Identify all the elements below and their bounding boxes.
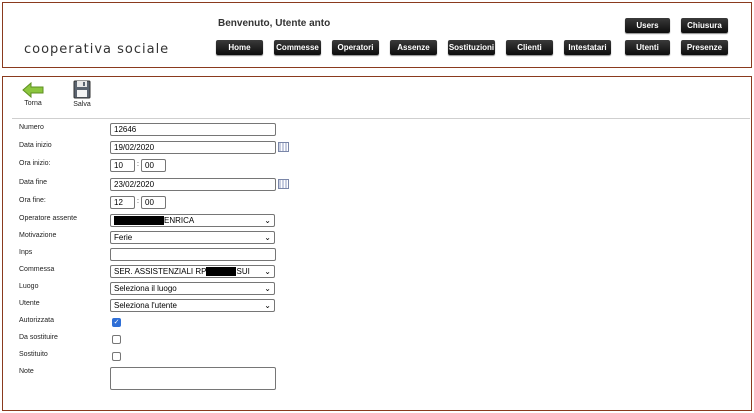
redacted-block xyxy=(206,267,237,277)
note-label: Note xyxy=(19,368,34,375)
nav-presenze[interactable]: Presenze xyxy=(681,40,728,55)
commessa-value: SER. ASSISTENZIALI RP xyxy=(114,267,207,276)
luogo-select[interactable]: Seleziona il luogo ⌄ xyxy=(110,282,275,295)
calendar-icon[interactable] xyxy=(278,142,289,152)
back-button[interactable]: Torna xyxy=(20,81,46,107)
chiusura-button[interactable]: Chiusura xyxy=(681,18,728,33)
chevron-down-icon: ⌄ xyxy=(264,301,271,310)
save-button[interactable]: Salva xyxy=(70,80,94,108)
chevron-down-icon: ⌄ xyxy=(264,216,271,225)
floppy-disk-icon xyxy=(73,80,91,99)
commessa-select[interactable]: SER. ASSISTENZIALI RP SUI ⌄ xyxy=(110,265,275,278)
app-header xyxy=(2,2,752,68)
numero-input[interactable]: 12646 xyxy=(110,123,276,136)
nav-commesse[interactable]: Commesse xyxy=(274,40,321,55)
nav-operatori[interactable]: Operatori xyxy=(332,40,379,55)
nav-assenze[interactable]: Assenze xyxy=(390,40,437,55)
back-arrow-icon xyxy=(22,81,44,99)
utente-label: Utente xyxy=(19,300,40,307)
luogo-label: Luogo xyxy=(19,283,39,290)
motivazione-select[interactable]: Ferie ⌄ xyxy=(110,231,275,244)
operatore-label: Operatore assente xyxy=(19,215,77,222)
commessa-label: Commessa xyxy=(19,266,55,273)
ora-inizio-minutes-input[interactable]: 00 xyxy=(141,159,166,172)
autorizzata-label: Autorizzata xyxy=(19,317,55,324)
save-label: Salva xyxy=(73,101,91,108)
ora-fine-minutes-input[interactable]: 00 xyxy=(141,196,166,209)
nav-clienti[interactable]: Clienti xyxy=(506,40,553,55)
back-label: Torna xyxy=(24,100,42,107)
operatore-value: ENRICA xyxy=(164,216,195,225)
chevron-down-icon: ⌄ xyxy=(264,267,271,276)
ora-inizio-hours-input[interactable]: 10 xyxy=(110,159,135,172)
nav-intestatari[interactable]: Intestatari xyxy=(564,40,611,55)
users-button[interactable]: Users xyxy=(625,18,670,33)
numero-label: Numero xyxy=(19,124,44,131)
data-inizio-input[interactable]: 19/02/2020 xyxy=(110,141,276,154)
data-fine-label: Data fine xyxy=(19,179,48,186)
toolbar-divider xyxy=(12,118,750,119)
ora-fine-hours-input[interactable]: 12 xyxy=(110,196,135,209)
calendar-icon[interactable] xyxy=(278,179,289,189)
nav-utenti[interactable]: Utenti xyxy=(625,40,670,55)
data-fine-input[interactable]: 23/02/2020 xyxy=(110,178,276,191)
brand-name: cooperativa sociale xyxy=(24,42,170,57)
luogo-value: Seleziona il luogo xyxy=(114,284,177,293)
utente-value: Seleziona l'utente xyxy=(114,301,177,310)
note-textarea[interactable] xyxy=(110,367,276,390)
sostituito-label: Sostituito xyxy=(19,351,48,358)
sostituito-checkbox[interactable] xyxy=(112,352,121,361)
time-separator: : xyxy=(137,161,139,168)
da-sostituire-checkbox[interactable] xyxy=(112,335,121,344)
ora-inizio-label: Ora inizio: xyxy=(19,160,51,167)
time-separator: : xyxy=(137,198,139,205)
utente-select[interactable]: Seleziona l'utente ⌄ xyxy=(110,299,275,312)
inps-input[interactable] xyxy=(110,248,276,261)
chevron-down-icon: ⌄ xyxy=(264,233,271,242)
redacted-block xyxy=(114,216,164,226)
inps-label: Inps xyxy=(19,249,33,256)
nav-sostituzioni[interactable]: Sostituzioni xyxy=(448,40,495,55)
operatore-select[interactable]: ENRICA ⌄ xyxy=(110,214,275,227)
motivazione-value: Ferie xyxy=(114,233,133,242)
ora-fine-label: Ora fine: xyxy=(19,197,46,204)
motivazione-label: Motivazione xyxy=(19,232,57,239)
autorizzata-checkbox[interactable]: ✓ xyxy=(112,318,121,327)
data-inizio-label: Data inizio xyxy=(19,142,52,149)
chevron-down-icon: ⌄ xyxy=(264,284,271,293)
nav-home[interactable]: Home xyxy=(216,40,263,55)
da-sostituire-label: Da sostituire xyxy=(19,334,58,341)
welcome-message: Benvenuto, Utente anto xyxy=(218,18,331,29)
commessa-value-suffix: SUI xyxy=(236,267,250,276)
